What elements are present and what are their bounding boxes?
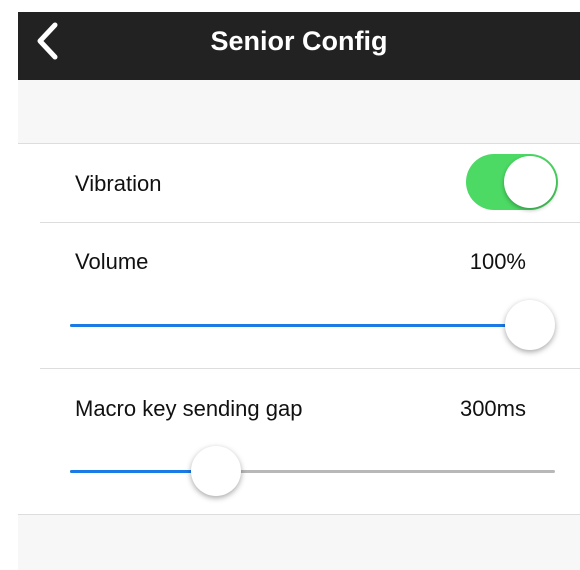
- settings-panel: Vibration Volume 100% Macro key sending …: [18, 144, 580, 514]
- vibration-toggle[interactable]: [466, 154, 558, 210]
- toggle-knob: [504, 156, 556, 208]
- vibration-label: Vibration: [75, 171, 162, 196]
- footer-spacer: [18, 514, 580, 570]
- macro-gap-row: Macro key sending gap 300ms: [18, 369, 580, 514]
- navigation-bar: Senior Config: [18, 12, 580, 80]
- vibration-row: Vibration: [18, 144, 580, 222]
- volume-row: Volume 100%: [18, 223, 580, 368]
- macro-gap-slider[interactable]: [70, 441, 555, 501]
- slider-thumb[interactable]: [190, 446, 241, 496]
- volume-label: Volume: [75, 249, 149, 274]
- header-spacer: [18, 80, 580, 144]
- back-button[interactable]: [18, 12, 76, 70]
- page-title: Senior Config: [210, 26, 388, 56]
- chevron-left-icon: [37, 22, 58, 60]
- volume-slider[interactable]: [70, 295, 555, 355]
- macro-gap-value: 300ms: [459, 396, 526, 421]
- slider-fill: [70, 324, 530, 327]
- left-edge: [0, 0, 18, 569]
- macro-gap-label: Macro key sending gap: [75, 396, 303, 421]
- slider-thumb[interactable]: [505, 300, 555, 350]
- volume-value: 100%: [469, 249, 526, 274]
